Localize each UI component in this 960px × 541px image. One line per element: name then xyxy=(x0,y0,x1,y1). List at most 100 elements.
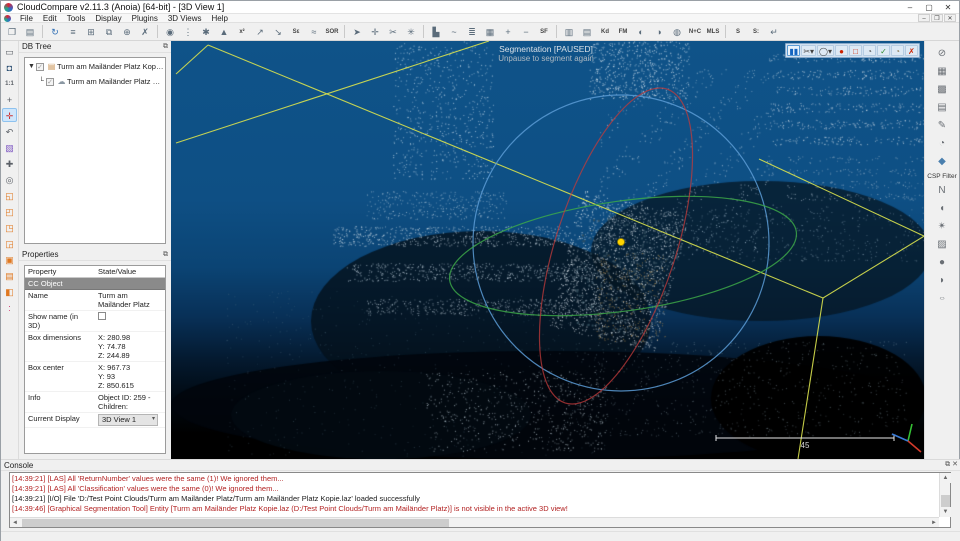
rasterize-icon[interactable]: ▦ xyxy=(482,24,498,39)
canupo-plugin-icon[interactable]: ◆ xyxy=(934,155,950,169)
stat-test-icon[interactable]: Sε xyxy=(288,24,304,39)
normals-plugin-icon[interactable]: N xyxy=(934,184,950,198)
selection-mode-dropdown[interactable]: ◯▾ xyxy=(817,45,834,56)
confirm-segmentation-button[interactable]: ✓ xyxy=(877,45,890,56)
open-icon[interactable]: ❐ xyxy=(4,24,20,39)
plugin-disabled-icon[interactable]: ⊘ xyxy=(934,47,950,61)
project-icon[interactable]: ↘ xyxy=(270,24,286,39)
console-vertical-scrollbar[interactable]: ▲ ▼ xyxy=(939,473,950,517)
pick-rotation-center-icon[interactable]: ✛ xyxy=(2,108,17,122)
remove-sf-icon[interactable]: − xyxy=(518,24,534,39)
mdi-minimize-button[interactable]: – xyxy=(918,14,930,22)
pan-icon[interactable]: ✚ xyxy=(2,156,17,170)
compass-plugin-icon[interactable]: ◔ xyxy=(934,137,950,151)
menu-help[interactable]: Help xyxy=(207,14,233,23)
cloud-distance-icon[interactable]: ≈ xyxy=(306,24,322,39)
view-bottom-icon[interactable]: ▤ xyxy=(2,268,17,282)
point-picking-icon[interactable]: ◉ xyxy=(162,24,178,39)
sphere-light-icon[interactable]: ◑ xyxy=(651,24,667,39)
maximize-button[interactable]: ▢ xyxy=(920,2,938,13)
sensor-settings-icon[interactable]: S: xyxy=(748,24,764,39)
histogram-icon[interactable]: ▙ xyxy=(428,24,444,39)
menu-edit[interactable]: Edit xyxy=(38,14,62,23)
color-ramp-icon[interactable]: ▥ xyxy=(561,24,577,39)
tree-item[interactable]: └✓☁Turm am Mailänder Platz Kop... xyxy=(25,75,165,88)
tree-checkbox[interactable]: ✓ xyxy=(46,78,54,86)
show-name-checkbox[interactable] xyxy=(98,312,106,320)
level-icon[interactable]: ✳ xyxy=(403,24,419,39)
scroll-down-icon[interactable]: ▼ xyxy=(940,507,951,517)
pause-segmentation-button[interactable]: ▮▮ xyxy=(787,45,800,56)
console-horizontal-scrollbar[interactable]: ◄ ► xyxy=(10,517,939,527)
filter-sf-icon[interactable]: ▤ xyxy=(579,24,595,39)
point-pair-icon[interactable]: : xyxy=(2,300,17,314)
scroll-left-icon[interactable]: ◄ xyxy=(10,518,20,528)
pcv-plugin-icon[interactable]: ✴ xyxy=(934,220,950,234)
fast-marching-icon[interactable]: FM xyxy=(615,24,631,39)
sphere-dark-icon[interactable]: ◐ xyxy=(633,24,649,39)
view-left-icon[interactable]: ◳ xyxy=(2,220,17,234)
facets-plugin-icon[interactable]: ▨ xyxy=(934,238,950,252)
scrollbar-thumb[interactable] xyxy=(22,519,449,527)
sensor-icon[interactable]: S xyxy=(730,24,746,39)
polyline-selection-dropdown[interactable]: ✂▾ xyxy=(801,45,816,56)
rotate-view-icon[interactable]: ↶ xyxy=(2,124,17,138)
entity-list-icon[interactable]: ≡ xyxy=(65,24,81,39)
menu-tools[interactable]: Tools xyxy=(62,14,91,23)
3d-viewport[interactable]: 45 Segmentation [PAUSED] Unpause to segm… xyxy=(171,41,926,459)
mdi-close-button[interactable]: ✕ xyxy=(944,14,956,22)
float-panel-icon[interactable]: ⧉ xyxy=(163,42,168,52)
rfo-plugin-icon[interactable]: ◗ xyxy=(934,274,950,288)
m3c2-plugin-icon[interactable]: ▦ xyxy=(934,65,950,79)
menu-plugins[interactable]: Plugins xyxy=(127,14,163,23)
close-button[interactable]: ✕ xyxy=(939,2,957,13)
view-right-icon[interactable]: ◲ xyxy=(2,236,17,250)
qpcl-plugin-icon[interactable]: ◖ xyxy=(934,202,950,216)
clean-plugin-icon[interactable]: ✎ xyxy=(934,119,950,133)
sphere-plugin-icon[interactable]: ● xyxy=(934,256,950,270)
cancel-segmentation-button[interactable]: ✗ xyxy=(905,45,918,56)
view-iso-icon[interactable]: ◧ xyxy=(2,284,17,298)
normals-icon[interactable]: ◍ xyxy=(669,24,685,39)
view-front-icon[interactable]: ◰ xyxy=(2,204,17,218)
clear-segmentation-button[interactable]: ◔ xyxy=(863,45,876,56)
menu-display[interactable]: Display xyxy=(90,14,126,23)
scroll-right-icon[interactable]: ► xyxy=(929,518,939,528)
delete-icon[interactable]: ✗ xyxy=(137,24,153,39)
mesh-icon[interactable]: ▲ xyxy=(216,24,232,39)
point-list-picking-icon[interactable]: ⋮ xyxy=(180,24,196,39)
segment-icon[interactable]: ✂ xyxy=(385,24,401,39)
close-panel-icon[interactable]: ✕ xyxy=(952,460,958,470)
current-display-dropdown[interactable]: 3D View 1 xyxy=(98,414,158,426)
sf-tools-icon[interactable]: SF xyxy=(536,24,552,39)
tree-expand-arrow[interactable]: ▼ xyxy=(27,63,36,70)
float-panel-icon[interactable]: ⧉ xyxy=(945,460,950,470)
return-icon[interactable]: ↵ xyxy=(766,24,782,39)
interpolate-icon[interactable]: ↗ xyxy=(252,24,268,39)
clipping-box-icon[interactable]: ▧ xyxy=(2,140,17,154)
mdi-restore-button[interactable]: ❐ xyxy=(931,14,943,22)
refresh-icon[interactable]: ↻ xyxy=(47,24,63,39)
mls-smoothing-icon[interactable]: MLS xyxy=(705,24,721,39)
confirm-and-delete-button[interactable]: ◔ xyxy=(891,45,904,56)
apply-transformation-icon[interactable]: ⊞ xyxy=(83,24,99,39)
clone-icon[interactable]: ⧉ xyxy=(101,24,117,39)
segment-in-button[interactable]: ● xyxy=(835,45,848,56)
screenshot-camera-icon[interactable]: ◘ xyxy=(2,60,17,74)
compare-plugin-icon[interactable]: ▩ xyxy=(934,83,950,97)
scroll-up-icon[interactable]: ▲ xyxy=(940,473,951,483)
tree-item[interactable]: ▼✓▤Turm am Mailänder Platz Kopie.l... xyxy=(25,60,165,73)
display-options-icon[interactable]: ▭ xyxy=(2,44,17,58)
hough-plugin-icon[interactable]: ○ xyxy=(934,292,950,306)
translate-rotate-icon[interactable]: ✛ xyxy=(367,24,383,39)
tree-checkbox[interactable]: ✓ xyxy=(36,63,44,71)
kd-tree-icon[interactable]: Kd xyxy=(597,24,613,39)
sor-filter-icon[interactable]: SOR xyxy=(324,24,340,39)
menu-file[interactable]: File xyxy=(15,14,38,23)
normals-curvature-icon[interactable]: N+C xyxy=(687,24,703,39)
animation-plugin-icon[interactable]: ▤ xyxy=(934,101,950,115)
curvature-icon[interactable]: ~ xyxy=(446,24,462,39)
set-pivot-icon[interactable]: + xyxy=(2,92,17,106)
zoom-icon[interactable]: ◎ xyxy=(2,172,17,186)
add-sf-icon[interactable]: + xyxy=(500,24,516,39)
